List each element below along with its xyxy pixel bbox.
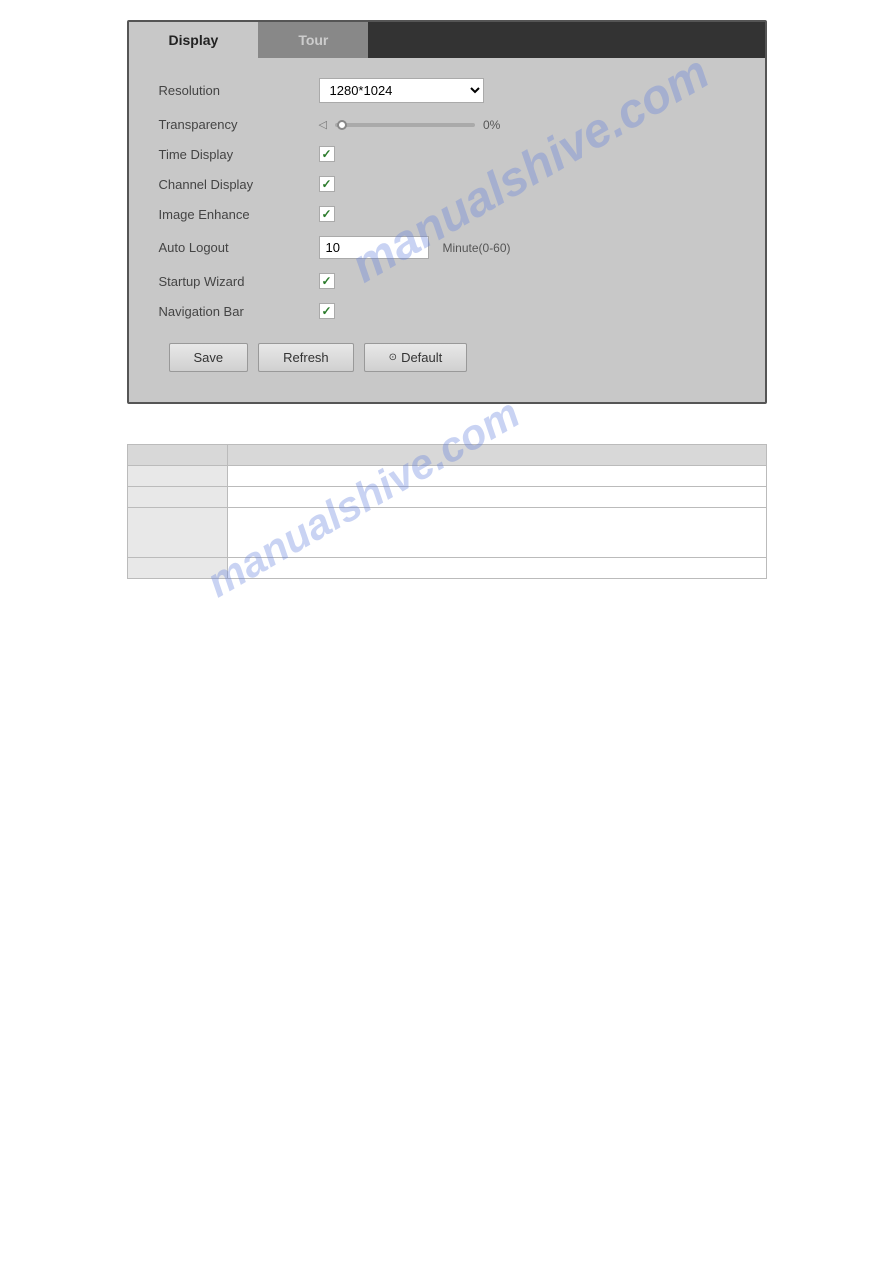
slider-left-arrow: ◁ xyxy=(319,118,327,131)
table-row xyxy=(127,487,766,508)
data-table xyxy=(127,444,767,579)
image-enhance-control xyxy=(319,206,335,222)
table-cell-label xyxy=(127,508,227,558)
resolution-select[interactable]: 1280*1024 1920*1080 1024*768 xyxy=(319,78,484,103)
table-header-col2 xyxy=(227,445,766,466)
table-cell-label xyxy=(127,487,227,508)
time-display-control xyxy=(319,146,335,162)
channel-display-label: Channel Display xyxy=(159,177,319,192)
table-section: manualshive.com xyxy=(127,444,767,579)
time-display-label: Time Display xyxy=(159,147,319,162)
default-icon: ⊙ xyxy=(389,352,397,363)
startup-wizard-control xyxy=(319,273,335,289)
resolution-select-wrapper[interactable]: 1280*1024 1920*1080 1024*768 xyxy=(319,78,484,103)
startup-wizard-checkbox[interactable] xyxy=(319,273,335,289)
image-enhance-checkbox[interactable] xyxy=(319,206,335,222)
startup-wizard-row: Startup Wizard xyxy=(159,273,735,289)
table-row xyxy=(127,466,766,487)
table-cell-value xyxy=(227,558,766,579)
default-label: Default xyxy=(401,350,442,365)
table-cell-value xyxy=(227,487,766,508)
navigation-bar-label: Navigation Bar xyxy=(159,304,319,319)
tab-bar: Display Tour xyxy=(129,22,765,58)
auto-logout-input[interactable] xyxy=(319,236,429,259)
table-header-col1 xyxy=(127,445,227,466)
startup-wizard-label: Startup Wizard xyxy=(159,274,319,289)
image-enhance-row: Image Enhance xyxy=(159,206,735,222)
transparency-control: ◁ 0% xyxy=(319,118,501,132)
refresh-button[interactable]: Refresh xyxy=(258,343,354,372)
tab-display[interactable]: Display xyxy=(129,22,259,58)
table-cell-label xyxy=(127,558,227,579)
display-panel: manualshive.com Display Tour Resolution … xyxy=(127,20,767,404)
transparency-slider-thumb[interactable] xyxy=(337,120,347,130)
channel-display-control xyxy=(319,176,335,192)
table-row xyxy=(127,558,766,579)
resolution-control: 1280*1024 1920*1080 1024*768 xyxy=(319,78,484,103)
transparency-slider-track[interactable] xyxy=(335,123,475,127)
transparency-slider-container: ◁ 0% xyxy=(319,118,501,132)
navigation-bar-checkbox[interactable] xyxy=(319,303,335,319)
navigation-bar-row: Navigation Bar xyxy=(159,303,735,319)
time-display-row: Time Display xyxy=(159,146,735,162)
resolution-row: Resolution 1280*1024 1920*1080 1024*768 xyxy=(159,78,735,103)
table-cell-label xyxy=(127,466,227,487)
time-display-checkbox[interactable] xyxy=(319,146,335,162)
panel-body: Resolution 1280*1024 1920*1080 1024*768 … xyxy=(129,58,765,402)
auto-logout-control: Minute(0-60) xyxy=(319,236,511,259)
default-button[interactable]: ⊙ Default xyxy=(364,343,468,372)
table-row xyxy=(127,508,766,558)
channel-display-checkbox[interactable] xyxy=(319,176,335,192)
navigation-bar-control xyxy=(319,303,335,319)
auto-logout-unit: Minute(0-60) xyxy=(443,241,511,255)
tab-tour[interactable]: Tour xyxy=(258,22,368,58)
auto-logout-row: Auto Logout Minute(0-60) xyxy=(159,236,735,259)
resolution-label: Resolution xyxy=(159,83,319,98)
button-row: Save Refresh ⊙ Default xyxy=(159,343,735,372)
transparency-row: Transparency ◁ 0% xyxy=(159,117,735,132)
transparency-value: 0% xyxy=(483,118,500,132)
table-cell-value xyxy=(227,466,766,487)
image-enhance-label: Image Enhance xyxy=(159,207,319,222)
save-button[interactable]: Save xyxy=(169,343,249,372)
auto-logout-label: Auto Logout xyxy=(159,240,319,255)
table-cell-value xyxy=(227,508,766,558)
transparency-label: Transparency xyxy=(159,117,319,132)
channel-display-row: Channel Display xyxy=(159,176,735,192)
table-header-row xyxy=(127,445,766,466)
